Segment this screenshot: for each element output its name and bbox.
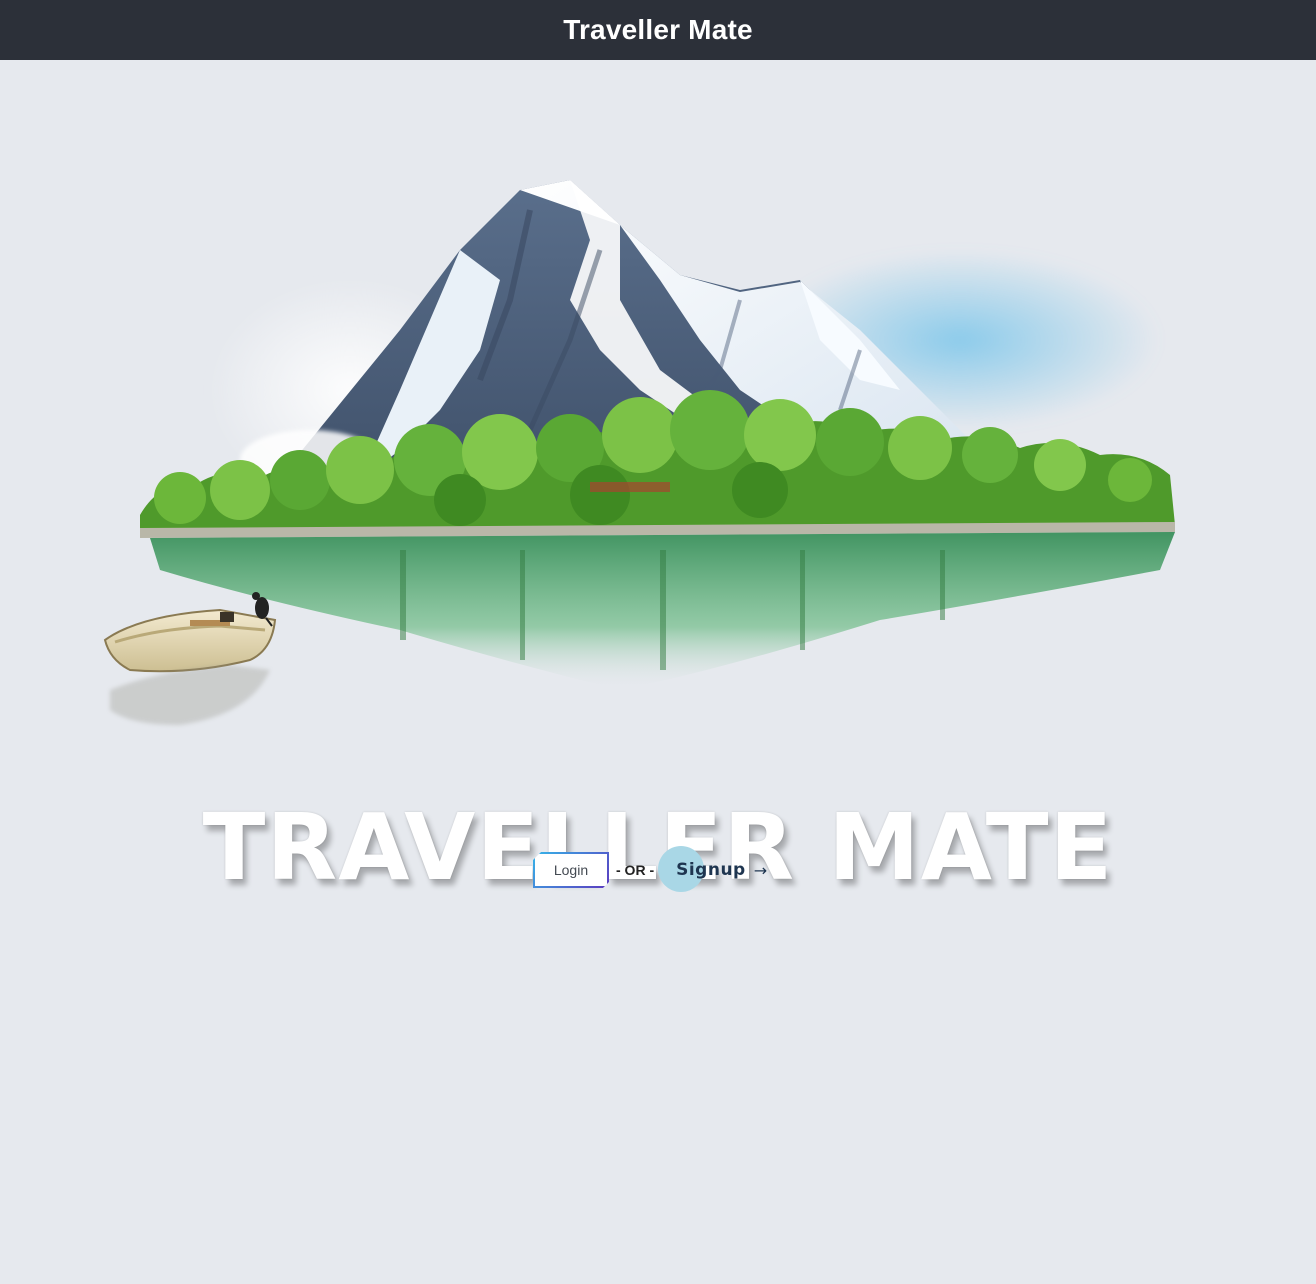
boat-illustration bbox=[103, 592, 277, 725]
app-title[interactable]: Traveller Mate bbox=[563, 14, 753, 46]
arrow-right-icon: → bbox=[753, 860, 768, 880]
signup-label: Signup bbox=[676, 860, 746, 880]
mountain-island-illustration bbox=[103, 180, 1175, 725]
hero-section: TRAVELLER MATE Login - OR - Signup → bbox=[0, 60, 1316, 1284]
auth-actions: Login - OR - Signup → bbox=[533, 846, 768, 892]
login-button[interactable]: Login bbox=[533, 852, 609, 888]
or-separator: - OR - bbox=[616, 862, 655, 878]
signup-button[interactable]: Signup → bbox=[658, 846, 768, 892]
top-navbar: Traveller Mate bbox=[0, 0, 1316, 60]
